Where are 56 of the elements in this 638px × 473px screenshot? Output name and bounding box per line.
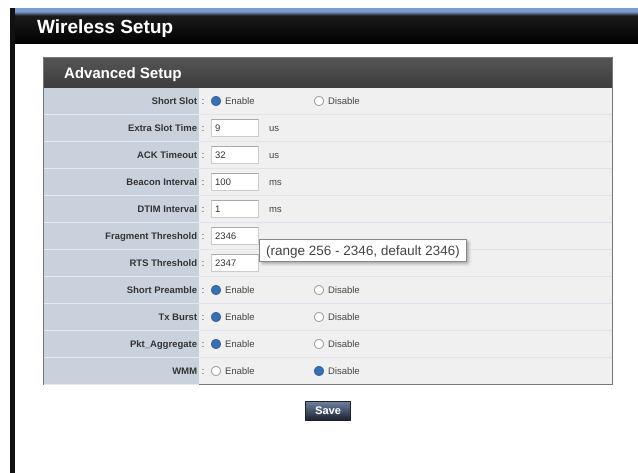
panel-title: Advanced Setup bbox=[64, 64, 182, 82]
field-label: DTIM Interval bbox=[44, 196, 199, 223]
radio-button[interactable] bbox=[211, 285, 221, 295]
radio-button[interactable] bbox=[314, 285, 324, 295]
radio-option[interactable]: Disable bbox=[314, 338, 417, 350]
unit-label: us bbox=[269, 150, 280, 160]
input-field[interactable]: 1 bbox=[211, 200, 259, 218]
field-label: Beacon Interval bbox=[44, 169, 199, 196]
field-label: Short Slot bbox=[44, 88, 199, 115]
radio-option[interactable]: Disable bbox=[314, 366, 417, 376]
colon: : bbox=[200, 258, 206, 268]
save-button[interactable]: Save bbox=[305, 401, 351, 421]
input-field[interactable]: 9 bbox=[211, 119, 259, 137]
field-label: Extra Slot Time bbox=[44, 115, 199, 142]
input-field[interactable]: 2347 bbox=[211, 254, 259, 272]
field-label: Tx Burst bbox=[44, 304, 199, 331]
radio-option[interactable]: Enable bbox=[211, 284, 314, 296]
radio-button[interactable] bbox=[314, 312, 324, 322]
field-label: Pkt_Aggregate bbox=[44, 331, 199, 358]
colon: : bbox=[200, 150, 206, 160]
colon: : bbox=[200, 312, 206, 322]
radio-button[interactable] bbox=[211, 339, 221, 349]
radio-option[interactable]: Enable bbox=[211, 338, 314, 350]
colon: : bbox=[200, 230, 206, 242]
radio-option[interactable]: Enable bbox=[211, 312, 314, 322]
colon: : bbox=[200, 176, 206, 188]
field-label: RTS Threshold bbox=[44, 250, 199, 277]
colon: : bbox=[200, 204, 206, 214]
radio-button[interactable] bbox=[314, 339, 324, 349]
radio-button[interactable] bbox=[211, 96, 221, 106]
colon: : bbox=[200, 284, 206, 296]
field-label: WMM bbox=[44, 358, 199, 385]
radio-option[interactable]: Enable bbox=[211, 96, 314, 106]
field-label: Short Preamble bbox=[44, 277, 199, 304]
tooltip: (range 256 - 2346, default 2346) bbox=[259, 239, 467, 262]
unit-label: ms bbox=[269, 204, 282, 214]
window-title: Wireless Setup bbox=[37, 17, 174, 39]
colon: : bbox=[200, 338, 206, 350]
colon: : bbox=[200, 122, 206, 134]
colon: : bbox=[200, 96, 206, 106]
radio-option[interactable]: Disable bbox=[314, 312, 417, 322]
field-label: ACK Timeout bbox=[44, 142, 199, 169]
unit-label: us bbox=[269, 122, 280, 134]
radio-button[interactable] bbox=[314, 366, 324, 376]
colon: : bbox=[200, 366, 206, 376]
radio-button[interactable] bbox=[314, 96, 324, 106]
input-field[interactable]: 100 bbox=[211, 173, 259, 191]
radio-option[interactable]: Enable bbox=[211, 366, 314, 376]
radio-button[interactable] bbox=[211, 366, 221, 376]
field-label: Fragment Threshold bbox=[44, 223, 199, 250]
input-field[interactable]: 32 bbox=[211, 146, 259, 164]
input-field[interactable]: 2346 bbox=[211, 227, 259, 245]
radio-option[interactable]: Disable bbox=[314, 284, 417, 296]
unit-label: ms bbox=[269, 176, 282, 188]
radio-button[interactable] bbox=[211, 312, 221, 322]
radio-option[interactable]: Disable bbox=[314, 96, 417, 106]
